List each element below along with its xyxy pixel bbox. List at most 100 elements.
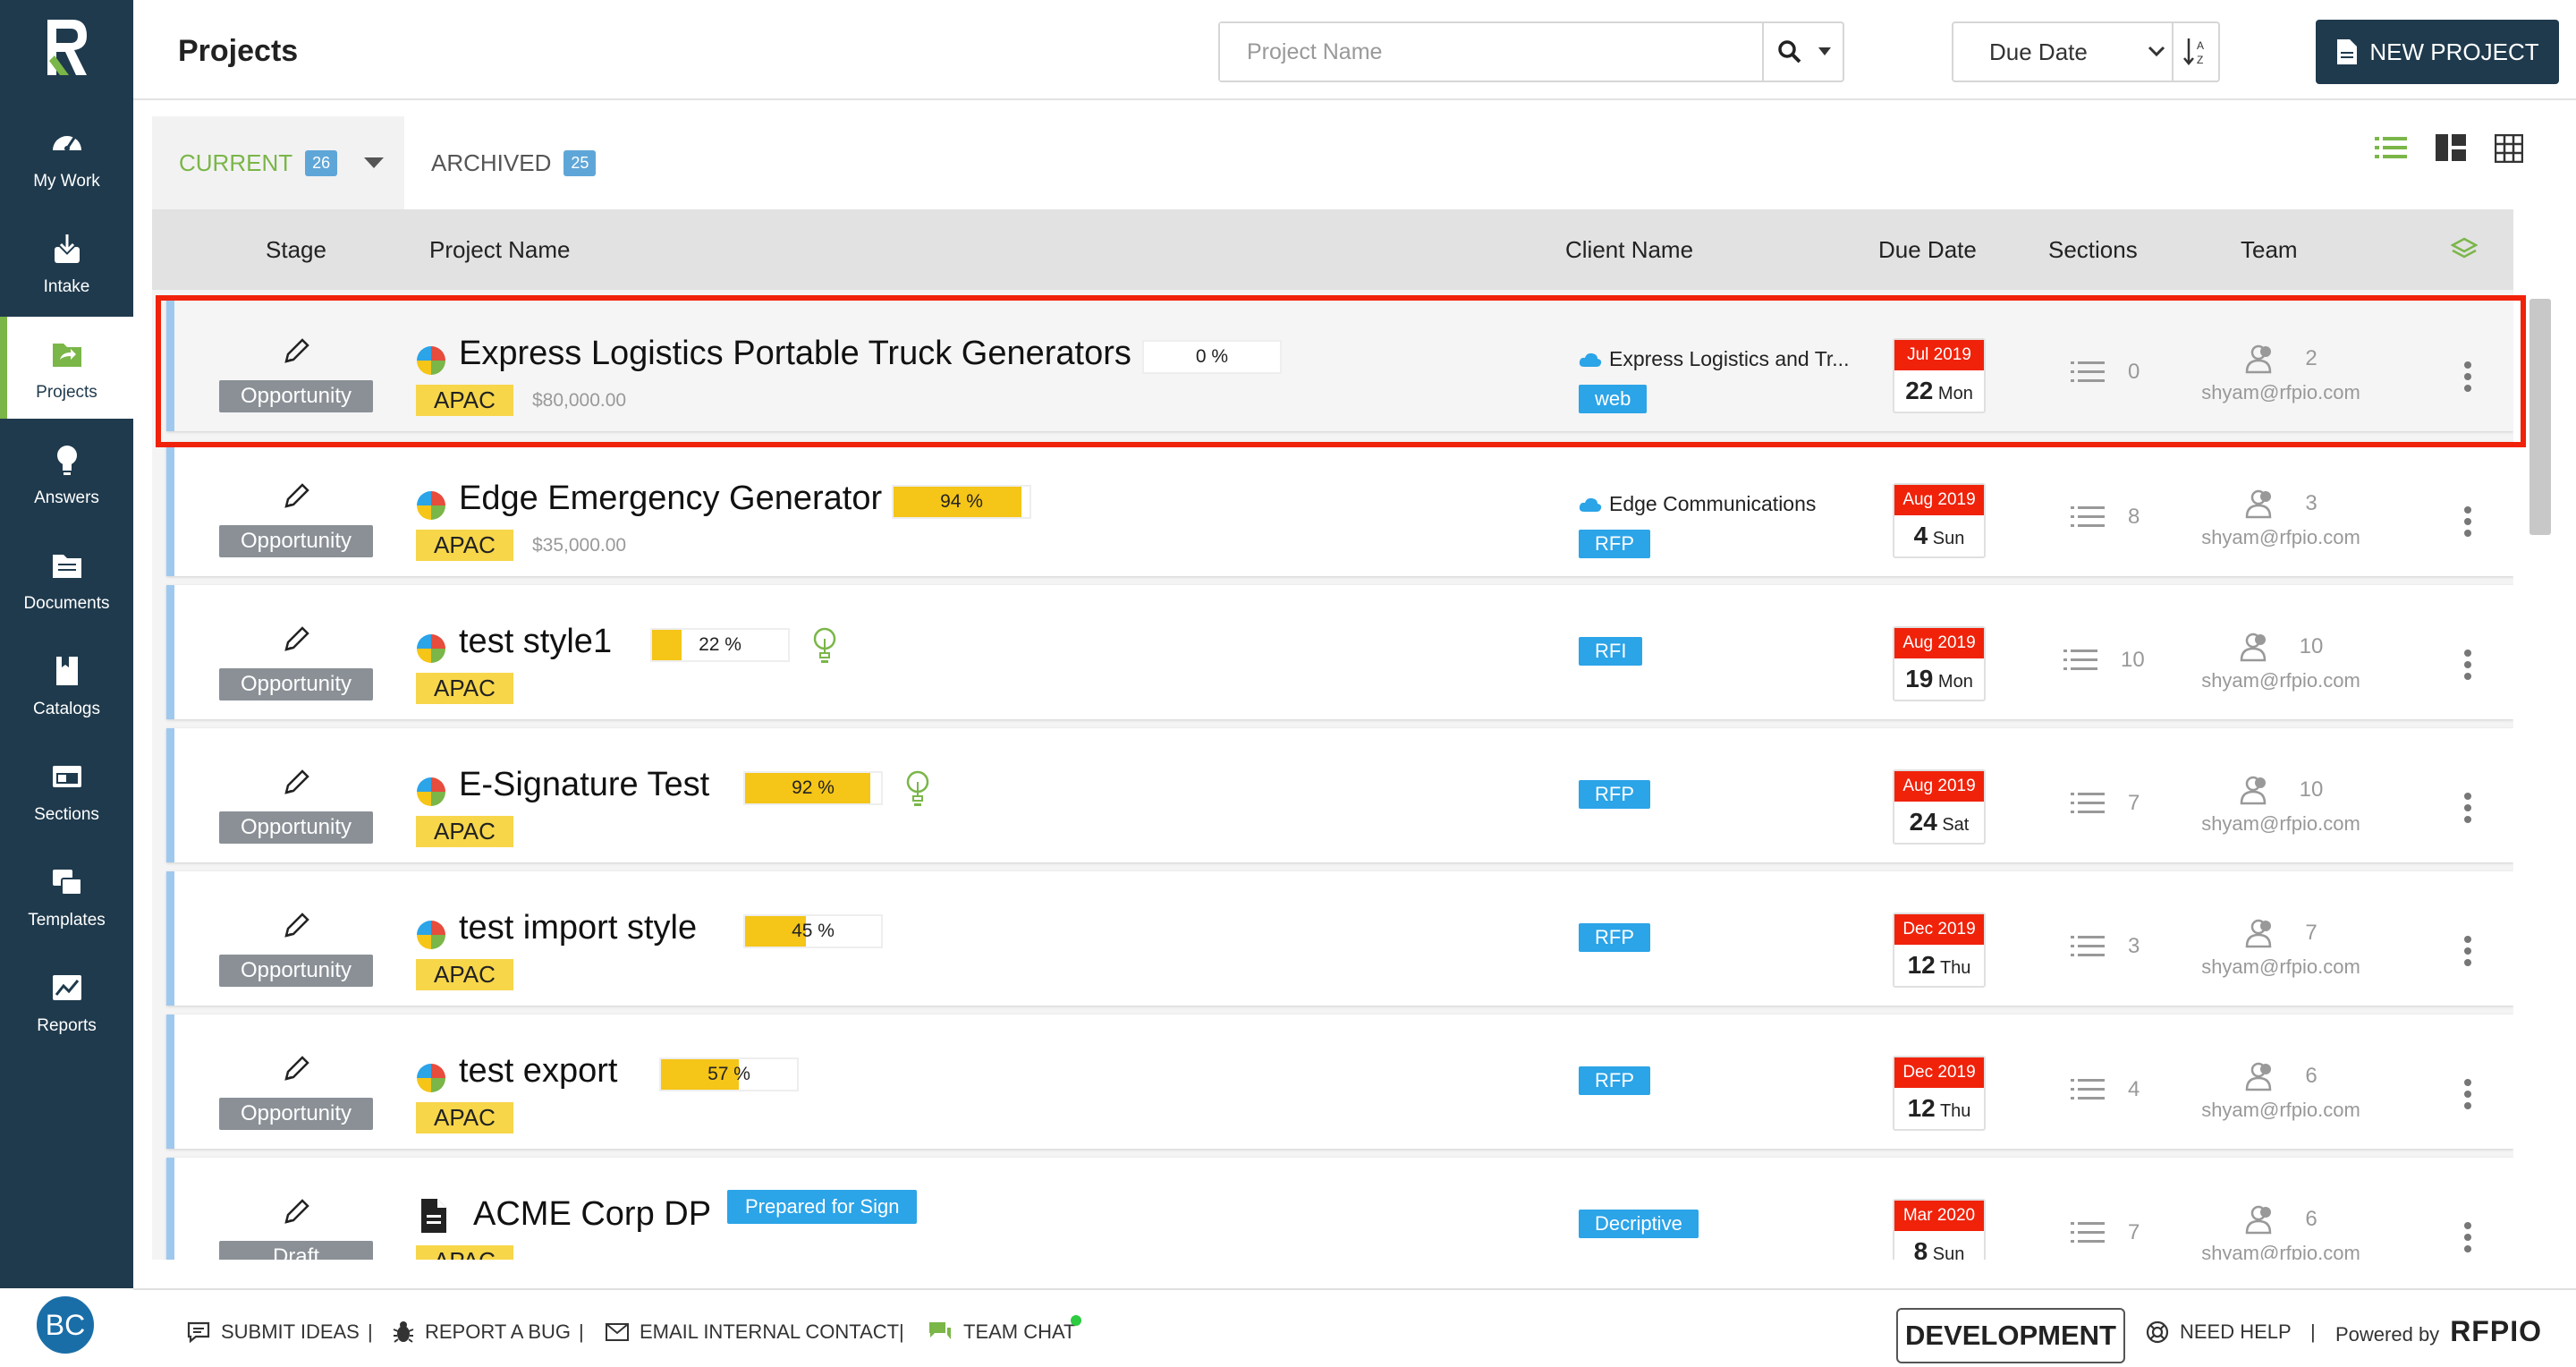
row-menu-kebab-icon[interactable] <box>2464 793 2471 828</box>
column-due-date[interactable]: Due Date <box>1878 236 1977 264</box>
progress-label: 92 % <box>792 777 835 798</box>
pencil-icon[interactable] <box>281 481 311 512</box>
layers-icon[interactable] <box>2451 236 2478 263</box>
column-sections[interactable]: Sections <box>2048 236 2138 264</box>
team-cell[interactable]: 6 shyam@rfpio.com <box>2187 1204 2375 1260</box>
team-email: shyam@rfpio.com <box>2201 1242 2360 1260</box>
team-cell[interactable]: 7 shyam@rfpio.com <box>2187 918 2375 979</box>
table-row[interactable]: Opportunity test import style 45 % APAC … <box>166 871 2513 1006</box>
rfpio-brand[interactable]: RFPIO <box>2450 1315 2542 1348</box>
list-icon <box>2071 361 2105 382</box>
search-button[interactable] <box>1762 23 1844 81</box>
project-name[interactable]: test style1 <box>459 623 612 661</box>
client-name[interactable]: Express Logistics and Tr... <box>1579 347 1849 371</box>
stage-cell: Opportunity <box>219 768 373 844</box>
sections-cell[interactable]: 3 <box>2071 934 2140 959</box>
pencil-icon[interactable] <box>281 624 311 655</box>
team-chat-link[interactable]: TEAM CHAT <box>928 1320 1075 1344</box>
project-name[interactable]: test import style <box>459 909 697 947</box>
sort-select[interactable]: Due Date AZ <box>1952 21 2220 82</box>
nav-projects[interactable]: Projects <box>0 317 133 419</box>
lightbulb-icon[interactable] <box>811 626 838 666</box>
project-name[interactable]: test export <box>459 1052 617 1091</box>
rfpio-logo-icon[interactable] <box>42 16 92 79</box>
nav-answers[interactable]: Answers <box>0 422 133 524</box>
footer-separator: | <box>2310 1320 2316 1343</box>
pencil-icon[interactable] <box>281 1197 311 1227</box>
sort-order-button[interactable]: AZ <box>2172 23 2218 81</box>
nav-reports[interactable]: Reports <box>0 950 133 1052</box>
pencil-icon[interactable] <box>281 911 311 941</box>
sections-cell[interactable]: 4 <box>2071 1077 2140 1102</box>
pencil-icon[interactable] <box>281 1054 311 1084</box>
nav-my-work[interactable]: My Work <box>0 106 133 208</box>
row-menu-kebab-icon[interactable] <box>2464 1222 2471 1257</box>
row-menu-kebab-icon[interactable] <box>2464 650 2471 684</box>
sections-cell[interactable]: 8 <box>2071 505 2140 530</box>
table-row[interactable]: Opportunity E-Signature Test 92 % APAC R… <box>166 728 2513 862</box>
speedometer-icon <box>52 136 81 151</box>
table-row[interactable]: Opportunity Edge Emergency Generator 94 … <box>166 442 2513 576</box>
board-view-icon[interactable] <box>2436 134 2466 161</box>
submit-ideas-link[interactable]: SUBMIT IDEAS <box>187 1320 360 1344</box>
team-cell[interactable]: 3 shyam@rfpio.com <box>2187 488 2375 549</box>
due-month: Dec 2019 <box>1894 1057 1984 1088</box>
client-name[interactable]: Edge Communications <box>1579 492 1816 516</box>
table-row[interactable]: Opportunity Express Logistics Portable T… <box>166 297 2513 431</box>
row-menu-kebab-icon[interactable] <box>2464 936 2471 971</box>
project-name[interactable]: E-Signature Test <box>459 766 709 804</box>
stage-badge: Draft <box>219 1241 373 1260</box>
column-client-name[interactable]: Client Name <box>1565 236 1693 264</box>
sections-count: 4 <box>2128 1077 2140 1101</box>
nav-intake[interactable]: Intake <box>0 211 133 313</box>
lightbulb-icon[interactable] <box>904 769 931 809</box>
table-row[interactable]: Opportunity test export 57 % APAC RFP De… <box>166 1015 2513 1149</box>
row-menu-kebab-icon[interactable] <box>2464 1079 2471 1114</box>
list-view-icon[interactable] <box>2375 134 2407 161</box>
due-weekday: Thu <box>1939 958 1971 978</box>
team-cell[interactable]: 10 shyam@rfpio.com <box>2187 775 2375 836</box>
powered-by-label: Powered by <box>2335 1322 2440 1346</box>
caret-down-icon[interactable] <box>364 157 385 168</box>
nav-documents[interactable]: Documents <box>0 528 133 630</box>
sections-cell[interactable]: 7 <box>2071 791 2140 816</box>
email-contact-link[interactable]: EMAIL INTERNAL CONTACT <box>606 1320 899 1344</box>
pencil-icon[interactable] <box>281 336 311 367</box>
scrollbar[interactable] <box>2529 299 2551 535</box>
team-cell[interactable]: 2 shyam@rfpio.com <box>2187 344 2375 404</box>
search-input[interactable] <box>1220 23 1757 81</box>
tab-archived[interactable]: ARCHIVED 25 <box>431 116 597 209</box>
table-row[interactable]: Draft ACME Corp DP Prepared for Sign APA… <box>166 1158 2513 1260</box>
nav-catalogs[interactable]: Catalogs <box>0 633 133 735</box>
column-team[interactable]: Team <box>2241 236 2298 264</box>
project-name[interactable]: Express Logistics Portable Truck Generat… <box>459 335 1131 373</box>
nav-templates[interactable]: Templates <box>0 845 133 947</box>
row-menu-kebab-icon[interactable] <box>2464 506 2471 541</box>
report-bug-link[interactable]: REPORT A BUG <box>393 1320 571 1344</box>
need-help-link[interactable]: NEED HELP <box>2146 1320 2292 1344</box>
team-cell[interactable]: 6 shyam@rfpio.com <box>2187 1061 2375 1122</box>
footer: SUBMIT IDEAS | REPORT A BUG | EMAIL INTE… <box>133 1288 2576 1367</box>
tab-archived-label: ARCHIVED <box>431 149 552 176</box>
submit-ideas-label: SUBMIT IDEAS <box>221 1320 360 1343</box>
progress-bar: 22 % <box>650 628 790 662</box>
project-name[interactable]: Edge Emergency Generator <box>459 480 882 518</box>
avatar[interactable]: BC <box>34 1294 97 1356</box>
tab-current[interactable]: CURRENT 26 <box>152 116 404 209</box>
sections-cell[interactable]: 10 <box>2063 648 2145 673</box>
table-row[interactable]: Opportunity test style1 22 % APAC RFI Au… <box>166 585 2513 719</box>
grid-view-icon[interactable] <box>2495 134 2523 163</box>
column-project-name[interactable]: Project Name <box>429 236 571 264</box>
team-cell[interactable]: 10 shyam@rfpio.com <box>2187 632 2375 692</box>
column-stage[interactable]: Stage <box>266 236 326 264</box>
caret-down-icon[interactable] <box>1818 47 1831 56</box>
row-menu-kebab-icon[interactable] <box>2464 361 2471 396</box>
due-weekday: Mon <box>1937 672 1973 692</box>
project-name[interactable]: ACME Corp DP <box>473 1195 711 1234</box>
pencil-icon[interactable] <box>281 768 311 798</box>
sections-cell[interactable]: 7 <box>2071 1220 2140 1245</box>
nav-sections[interactable]: Sections <box>0 739 133 841</box>
new-project-button[interactable]: NEW PROJECT <box>2316 20 2559 84</box>
progress-fill <box>652 630 682 660</box>
sections-cell[interactable]: 0 <box>2071 360 2140 385</box>
